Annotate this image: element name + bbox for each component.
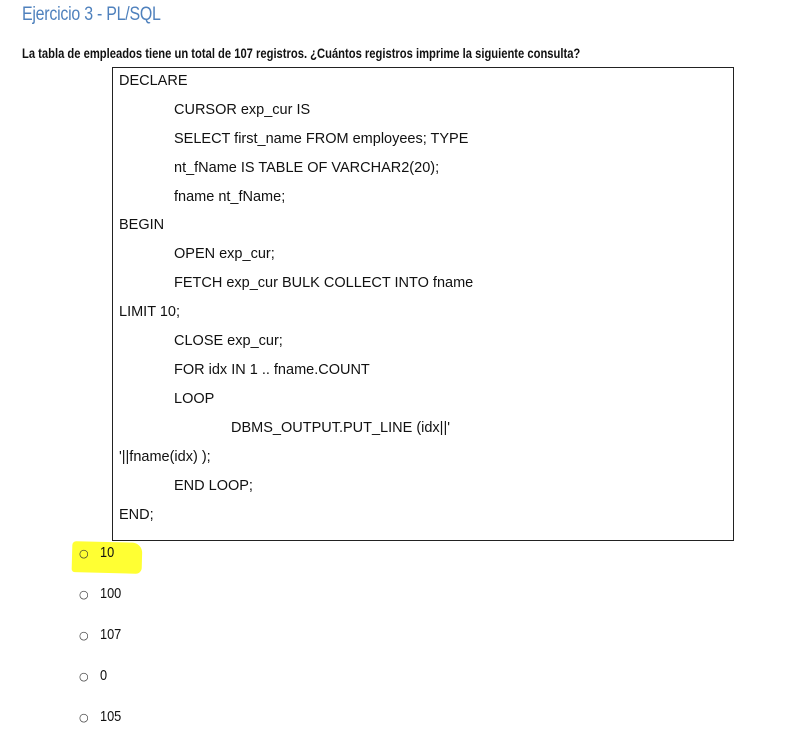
circle-bullet-icon: ○ bbox=[79, 670, 89, 683]
option-label: 107 bbox=[100, 626, 122, 643]
exercise-title: Ejercicio 3 - PL/SQL bbox=[22, 4, 161, 25]
code-line: LOOP bbox=[174, 391, 215, 407]
code-line: BEGIN bbox=[119, 217, 165, 233]
circle-bullet-icon: ○ bbox=[79, 629, 89, 642]
question-text: La tabla de empleados tiene un total de … bbox=[22, 45, 581, 61]
code-line: fname nt_fName; bbox=[174, 189, 286, 205]
option-label: 105 bbox=[100, 708, 122, 725]
option-label: 10 bbox=[100, 544, 115, 561]
code-line: DBMS_OUTPUT.PUT_LINE (idx||' bbox=[231, 420, 450, 436]
circle-bullet-icon: ○ bbox=[79, 547, 89, 560]
code-line: FOR idx IN 1 .. fname.COUNT bbox=[174, 362, 370, 378]
code-line: CLOSE exp_cur; bbox=[174, 333, 283, 349]
circle-bullet-icon: ○ bbox=[79, 711, 89, 724]
option-label: 0 bbox=[100, 667, 108, 684]
code-line: LIMIT 10; bbox=[119, 304, 180, 320]
code-line: SELECT first_name FROM employees; TYPE bbox=[174, 131, 469, 147]
option-label: 100 bbox=[100, 585, 122, 602]
code-line: END; bbox=[119, 507, 154, 523]
circle-bullet-icon: ○ bbox=[79, 588, 89, 601]
code-block: DECLARE CURSOR exp_cur IS SELECT first_n… bbox=[112, 67, 734, 541]
code-line: FETCH exp_cur BULK COLLECT INTO fname bbox=[174, 275, 474, 291]
code-line: nt_fName IS TABLE OF VARCHAR2(20); bbox=[174, 160, 440, 176]
code-line: '||fname(idx) ); bbox=[119, 449, 211, 465]
code-line: END LOOP; bbox=[174, 478, 253, 494]
code-line: DECLARE bbox=[119, 73, 188, 89]
code-line: CURSOR exp_cur IS bbox=[174, 102, 311, 118]
code-line: OPEN exp_cur; bbox=[174, 246, 275, 262]
